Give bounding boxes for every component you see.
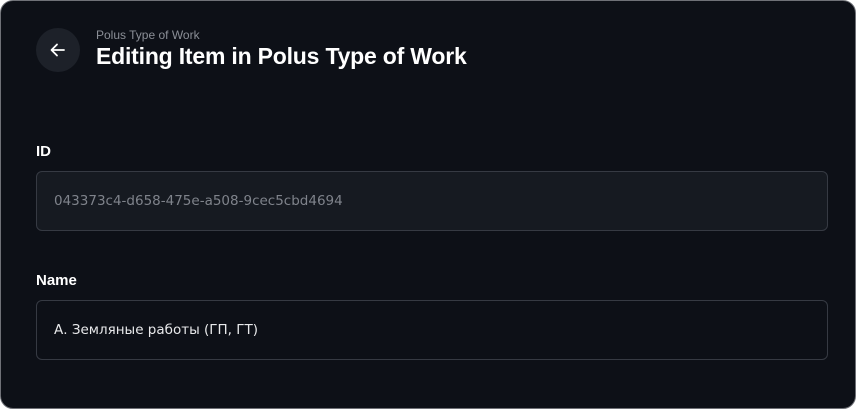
name-field-value: А. Земляные работы (ГП, ГТ) bbox=[54, 322, 259, 338]
page-header: Polus Type of Work Editing Item in Polus… bbox=[36, 28, 467, 72]
edit-item-window: Polus Type of Work Editing Item in Polus… bbox=[0, 0, 856, 409]
id-field-label: ID bbox=[36, 143, 51, 160]
name-field-label: Name bbox=[36, 272, 77, 289]
id-field-value: 043373c4-d658-475e-a508-9cec5cbd4694 bbox=[54, 193, 343, 209]
back-button[interactable] bbox=[36, 28, 80, 72]
id-field[interactable]: 043373c4-d658-475e-a508-9cec5cbd4694 bbox=[36, 171, 828, 231]
breadcrumb[interactable]: Polus Type of Work bbox=[96, 28, 467, 42]
title-block: Polus Type of Work Editing Item in Polus… bbox=[96, 28, 467, 70]
arrow-left-icon bbox=[49, 41, 67, 59]
page-title: Editing Item in Polus Type of Work bbox=[96, 43, 467, 69]
name-field[interactable]: А. Земляные работы (ГП, ГТ) bbox=[36, 300, 828, 360]
